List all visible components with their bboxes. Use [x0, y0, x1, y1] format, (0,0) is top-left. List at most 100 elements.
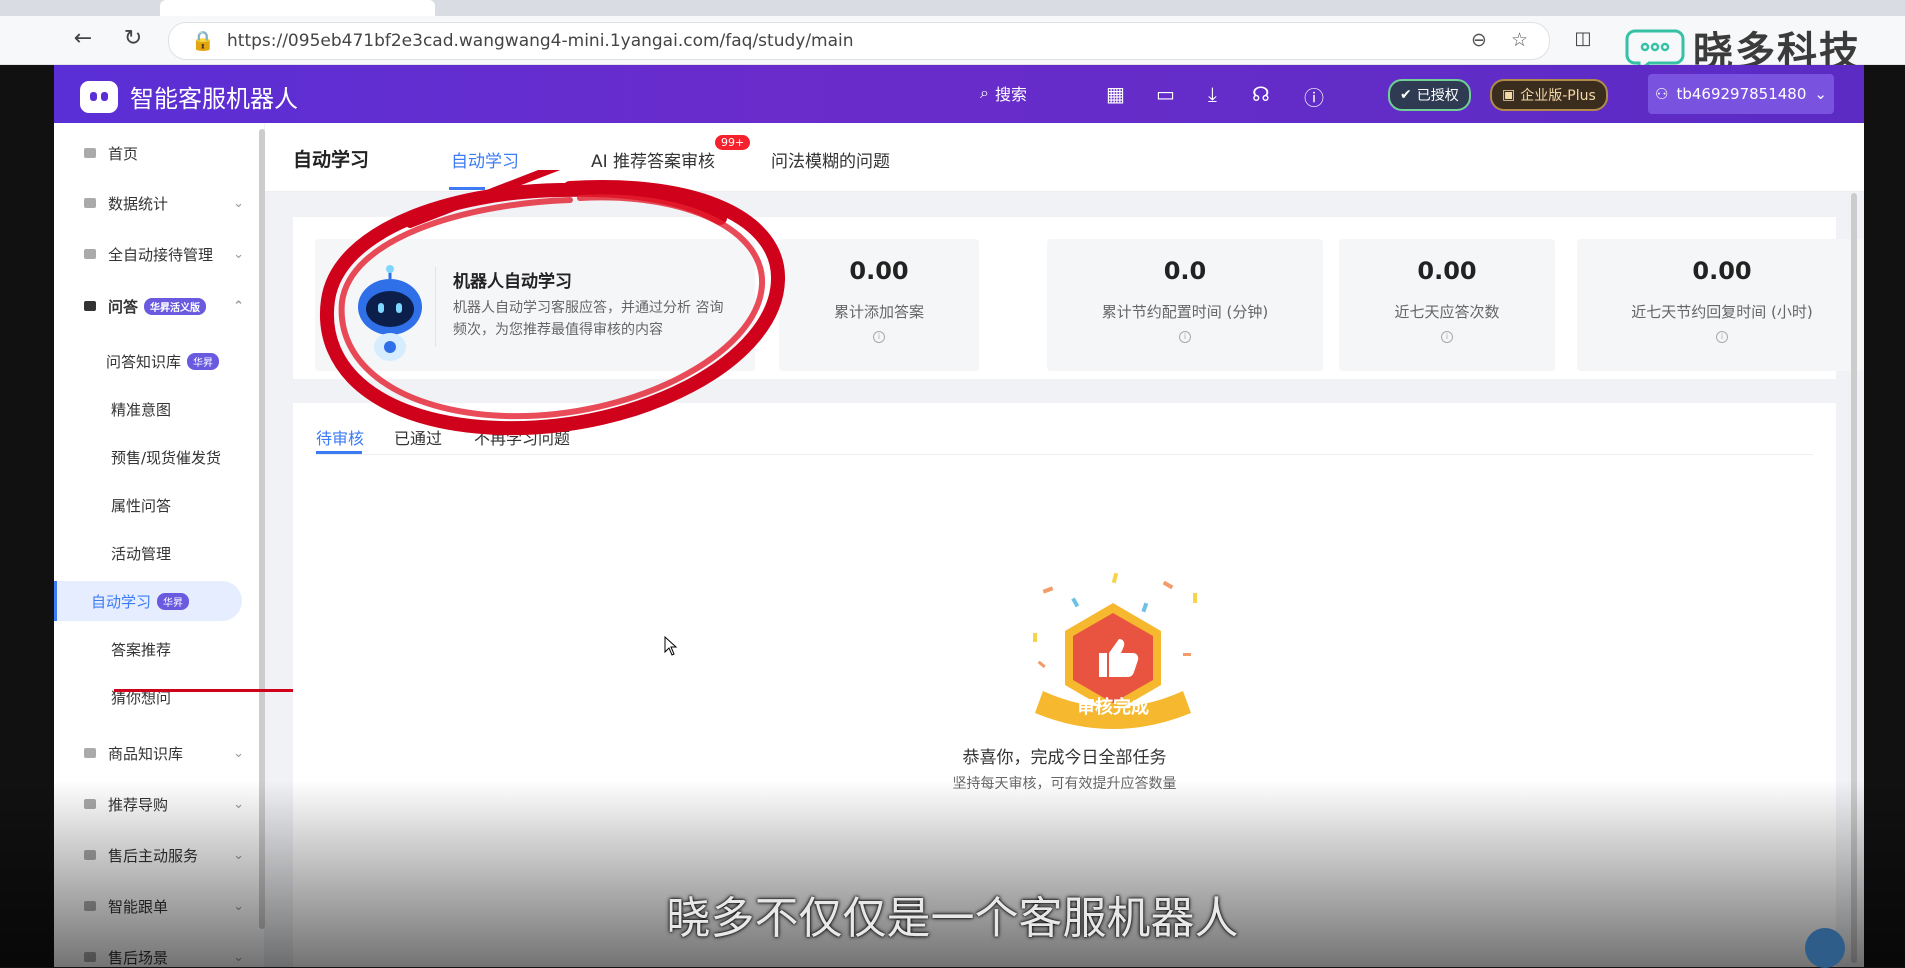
- user-icon: ⚇: [1655, 85, 1669, 103]
- floating-chat-button[interactable]: [1805, 928, 1845, 968]
- download-icon[interactable]: ⤓: [1208, 82, 1217, 106]
- url-text[interactable]: https://095eb471bf2e3cad.wangwang4-mini.…: [227, 31, 854, 51]
- divider: [435, 267, 436, 347]
- intro-title: 机器人自动学习: [453, 272, 572, 292]
- sidebar-item-guess[interactable]: 猜你想问: [54, 677, 254, 717]
- tab-ambiguous[interactable]: 问法模糊的问题: [771, 147, 890, 172]
- page-header: 自动学习 自动学习 AI 推荐答案审核 99+ 问法模糊的问题: [265, 123, 1864, 192]
- edition-badge[interactable]: ▣ 企业版-Plus: [1490, 79, 1608, 111]
- ticket-icon[interactable]: ▭: [1156, 82, 1175, 106]
- chevron-down-icon: ⌄: [1814, 85, 1827, 103]
- page-title: 自动学习: [293, 149, 370, 171]
- scene-icon: [84, 952, 96, 962]
- tab-pending[interactable]: 待审核: [316, 425, 364, 449]
- sidebar-item-label: 推荐导购: [108, 795, 169, 814]
- edition-icon: ▣: [1502, 87, 1516, 103]
- tab-indicator: [316, 451, 362, 454]
- chevron-down-icon: ⌄: [233, 745, 244, 761]
- headset-icon[interactable]: ☊: [1252, 82, 1270, 106]
- search-button[interactable]: ⌕ 搜索: [980, 81, 1027, 105]
- browser-tab-active[interactable]: [160, 0, 435, 16]
- sidebar-item-home[interactable]: 首页: [54, 133, 254, 173]
- reload-icon[interactable]: ↻: [118, 24, 148, 54]
- calculator-icon[interactable]: ▦: [1106, 82, 1125, 106]
- stat-weekly-replies: 0.00 近七天应答次数 i: [1339, 239, 1555, 371]
- robot-illustration: [345, 259, 435, 369]
- sidebar-item-stats[interactable]: 数据统计 ⌄: [54, 183, 254, 223]
- video-subtitle: 晓多不仅仅是一个客服机器人: [666, 893, 1239, 944]
- sidebar-item-activity[interactable]: 活动管理: [54, 533, 254, 573]
- help-icon[interactable]: ⓘ: [1304, 82, 1324, 111]
- sidebar-item-label: 活动管理: [111, 544, 172, 563]
- tab-divider: [316, 454, 1813, 455]
- sidebar-item-label: 全自动接待管理: [108, 245, 214, 264]
- user-menu[interactable]: ⚇ tb469297851480 ⌄: [1648, 74, 1834, 114]
- sidebar-item-answer-rec[interactable]: 答案推荐: [54, 629, 254, 669]
- address-bar[interactable]: 🔒 https://095eb471bf2e3cad.wangwang4-min…: [168, 22, 1550, 60]
- tab-auto-learn[interactable]: 自动学习: [451, 147, 519, 172]
- content-scrollbar[interactable]: [1851, 193, 1857, 963]
- sidebar-item-label: 属性问答: [111, 496, 172, 515]
- sidebar-item-qa[interactable]: 问答 华昇活义版 ⌃: [54, 286, 254, 326]
- tab-indicator: [449, 187, 485, 190]
- sidebar-item-product-kb[interactable]: 商品知识库 ⌄: [54, 733, 254, 773]
- app-name: 智能客服机器人: [130, 85, 298, 113]
- lock-icon: 🔒: [191, 30, 215, 52]
- stat-value: 0.00: [1417, 257, 1477, 285]
- version-tag: 华昇: [187, 352, 220, 370]
- tab-ai-review[interactable]: AI 推荐答案审核: [591, 147, 715, 172]
- chevron-down-icon: ⌄: [233, 246, 244, 262]
- check-icon: ✔: [1400, 87, 1412, 103]
- app-logo[interactable]: 智能客服机器人: [80, 79, 298, 114]
- version-tag: 华昇: [157, 592, 190, 610]
- zoom-icon[interactable]: ⊖: [1471, 29, 1487, 51]
- top-navbar: 智能客服机器人 ⌕ 搜索 ▦ ▭ ⤓ ☊ ⓘ ✔ 已授权 ▣ 企业版-Plus …: [54, 65, 1864, 123]
- empty-subtext: 坚持每天审核，可有效提升应答数量: [952, 776, 1177, 792]
- info-icon[interactable]: i: [1716, 331, 1728, 343]
- search-icon: ⌕: [980, 83, 989, 102]
- stat-label: 近七天应答次数: [1394, 303, 1500, 321]
- browser-toolbar: ← ↻ 🔒 https://095eb471bf2e3cad.wangwang4…: [0, 16, 1905, 75]
- intro-description: 机器人自动学习客服应答，并通过分析 咨询频次，为您推荐最值得审核的内容: [453, 300, 724, 338]
- split-view-icon[interactable]: ◫: [1568, 24, 1598, 54]
- chat-icon: [84, 301, 96, 311]
- chevron-down-icon: ⌄: [233, 949, 244, 965]
- stat-total-answers: 0.00 累计添加答案 i: [779, 239, 979, 371]
- stat-value: 0.0: [1163, 257, 1207, 285]
- sidebar-item-label: 精准意图: [111, 400, 172, 419]
- chevron-down-icon: ⌄: [233, 796, 244, 812]
- info-icon[interactable]: i: [1441, 331, 1453, 343]
- sidebar-item-presale[interactable]: 预售/现货催发货: [54, 437, 254, 477]
- info-icon[interactable]: i: [873, 331, 885, 343]
- tab-approved[interactable]: 已通过: [394, 425, 442, 449]
- sidebar-item-guide[interactable]: 推荐导购 ⌄: [54, 784, 254, 824]
- sidebar-item-auto-learn[interactable]: 自动学习 华昇: [54, 581, 242, 621]
- username: tb469297851480: [1676, 85, 1807, 103]
- tab-no-learning[interactable]: 不再学习问题: [474, 425, 570, 449]
- mouse-cursor-icon: [664, 636, 678, 656]
- sidebar-item-after-sale[interactable]: 售后主动服务 ⌄: [54, 835, 254, 875]
- authorized-badge[interactable]: ✔ 已授权: [1388, 79, 1471, 111]
- back-icon[interactable]: ←: [68, 24, 98, 54]
- sidebar-item-auto-reception[interactable]: 全自动接待管理 ⌄: [54, 234, 254, 274]
- stats-card: 机器人自动学习 机器人自动学习客服应答，并通过分析 咨询频次，为您推荐最值得审核…: [293, 217, 1864, 379]
- sidebar: 首页 数据统计 ⌄ 全自动接待管理 ⌄ 问答 华昇活义版 ⌃ 问答知识库 华昇 精准意图 …: [54, 123, 265, 967]
- edition-label: 企业版-Plus: [1520, 88, 1596, 104]
- intro-box: 机器人自动学习 机器人自动学习客服应答，并通过分析 咨询频次，为您推荐最值得审核…: [315, 239, 755, 371]
- sidebar-item-label: 商品知识库: [108, 744, 184, 763]
- info-icon[interactable]: i: [1179, 331, 1191, 343]
- sidebar-item-intent[interactable]: 精准意图: [54, 389, 254, 429]
- sidebar-item-label: 首页: [108, 144, 139, 163]
- sidebar-item-label: 数据统计: [108, 194, 169, 213]
- app-window: 智能客服机器人 ⌕ 搜索 ▦ ▭ ⤓ ☊ ⓘ ✔ 已授权 ▣ 企业版-Plus …: [54, 65, 1864, 967]
- stat-value: 0.00: [1692, 257, 1752, 285]
- sidebar-item-qa-kb[interactable]: 问答知识库 华昇: [54, 341, 254, 381]
- sidebar-item-attr-qa[interactable]: 属性问答: [54, 485, 254, 525]
- review-complete-badge: 审核完成: [1013, 572, 1213, 743]
- sidebar-scrollbar[interactable]: [259, 129, 265, 929]
- sidebar-item-label: 自动学习: [91, 592, 152, 611]
- sidebar-item-label: 预售/现货催发货: [111, 448, 222, 467]
- home-icon: [84, 148, 96, 158]
- robot-logo-icon: [80, 80, 118, 113]
- favorite-star-icon[interactable]: ☆: [1511, 29, 1528, 51]
